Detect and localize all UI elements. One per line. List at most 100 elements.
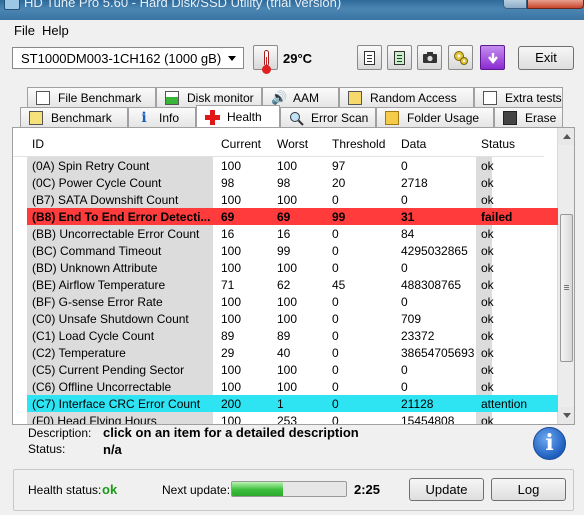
- tab-label: Benchmark: [51, 110, 112, 125]
- table-row[interactable]: (C2) Temperature 29 40 0 38654705693 ok: [27, 344, 558, 361]
- threshold-value: 45: [332, 278, 346, 292]
- column-header-worst[interactable]: Worst: [277, 137, 308, 151]
- tab-benchmark[interactable]: Benchmark: [20, 107, 128, 127]
- benchmark-icon: [29, 110, 43, 125]
- raw-data-value: 0: [401, 363, 408, 377]
- raw-data-value: 4295032865: [401, 244, 468, 258]
- current-value: 200: [221, 397, 242, 411]
- tab-label: File Benchmark: [58, 90, 142, 105]
- health-status-label: Health status:: [28, 483, 102, 497]
- worst-value: 100: [277, 363, 298, 377]
- menu-bar: File Help: [0, 20, 584, 40]
- description-area: Description: click on an item for a deta…: [0, 425, 584, 470]
- tab-aam[interactable]: 🔊 AAM: [262, 87, 339, 107]
- options-icon: [449, 46, 472, 69]
- tab-label: Info: [159, 110, 180, 125]
- table-row[interactable]: (B7) SATA Downshift Count 100 100 0 0 ok: [27, 191, 558, 208]
- table-row[interactable]: (C5) Current Pending Sector 100 100 0 0 ok: [27, 361, 558, 378]
- status-value: ok: [481, 244, 494, 258]
- window-title: HD Tune Pro 5.60 - Hard Disk/SSD Utility…: [24, 0, 342, 10]
- table-row[interactable]: (BB) Uncorrectable Error Count 16 16 0 84 ok: [27, 225, 558, 242]
- vertical-scrollbar[interactable]: [557, 128, 574, 424]
- table-row[interactable]: (0C) Power Cycle Count 98 98 20 2718 ok: [27, 174, 558, 191]
- raw-data-value: 31: [401, 210, 415, 224]
- title-bar[interactable]: HD Tune Pro 5.60 - Hard Disk/SSD Utility…: [0, 0, 584, 20]
- column-header-status[interactable]: Status: [481, 137, 515, 151]
- scroll-thumb[interactable]: [560, 214, 573, 362]
- screenshot-button[interactable]: [417, 45, 442, 70]
- scroll-up-arrow-icon[interactable]: [558, 128, 574, 145]
- column-header-id[interactable]: ID: [32, 137, 44, 151]
- drive-select[interactable]: ST1000DM003-1CH162 (1000 gB): [12, 47, 244, 69]
- status-value: failed: [481, 210, 513, 224]
- table-row[interactable]: (C7) Interface CRC Error Count 200 1 0 21128…: [27, 395, 558, 412]
- threshold-value: 0: [332, 312, 339, 326]
- status-value: ok: [481, 363, 494, 377]
- tab-file-benchmark[interactable]: File Benchmark: [27, 87, 156, 107]
- table-row[interactable]: (BE) Airflow Temperature 71 62 45 488308765 o…: [27, 276, 558, 293]
- temperature-button[interactable]: [253, 45, 278, 74]
- table-row[interactable]: (0A) Spin Retry Count 100 100 97 0 ok: [27, 157, 558, 174]
- exit-drive-button[interactable]: [480, 45, 505, 70]
- close-button[interactable]: [527, 0, 584, 9]
- current-value: 16: [221, 227, 235, 241]
- camera-icon: [418, 46, 441, 69]
- tab-folder-usage[interactable]: Folder Usage: [376, 107, 494, 127]
- attribute-id: (C0) Unsafe Shutdown Count: [32, 312, 189, 326]
- info-button[interactable]: i: [533, 427, 566, 460]
- tab-error-scan[interactable]: Error Scan: [280, 107, 376, 127]
- tab-erase[interactable]: Erase: [494, 107, 563, 127]
- tab-random-access[interactable]: Random Access: [339, 87, 474, 107]
- raw-data-value: 23372: [401, 329, 435, 343]
- health-cross-icon: [205, 109, 220, 125]
- tab-extra-tests[interactable]: Extra tests: [474, 87, 563, 107]
- copy-button[interactable]: [357, 45, 382, 70]
- minimize-button[interactable]: [503, 0, 527, 9]
- table-row[interactable]: (BD) Unknown Attribute 100 100 0 0 ok: [27, 259, 558, 276]
- tab-label: Random Access: [370, 90, 457, 105]
- table-row[interactable]: (BF) G-sense Error Rate 100 100 0 0 ok: [27, 293, 558, 310]
- attribute-id: (C2) Temperature: [32, 346, 126, 360]
- log-button[interactable]: Log: [491, 478, 566, 501]
- threshold-value: 0: [332, 227, 339, 241]
- table-row[interactable]: (C0) Unsafe Shutdown Count 100 100 0 709 ok: [27, 310, 558, 327]
- worst-value: 1: [277, 397, 284, 411]
- current-value: 71: [221, 278, 235, 292]
- attribute-id: (B7) SATA Downshift Count: [32, 193, 179, 207]
- scroll-down-arrow-icon[interactable]: [558, 407, 574, 424]
- worst-value: 100: [277, 312, 298, 326]
- current-value: 100: [221, 295, 242, 309]
- raw-data-value: 2718: [401, 176, 428, 190]
- tab-info[interactable]: i Info: [128, 107, 196, 127]
- exit-button[interactable]: Exit: [518, 46, 574, 70]
- save-button[interactable]: [387, 45, 412, 70]
- table-row[interactable]: (BC) Command Timeout 100 99 0 4295032865 ok: [27, 242, 558, 259]
- threshold-value: 0: [332, 397, 339, 411]
- table-header: ID Current Worst Threshold Data Status: [27, 128, 558, 156]
- menu-file[interactable]: File: [14, 23, 35, 38]
- column-header-current[interactable]: Current: [221, 137, 261, 151]
- temperature-readout: 29°C: [283, 51, 313, 66]
- tab-disk-monitor[interactable]: Disk monitor: [156, 87, 262, 107]
- column-header-data[interactable]: Data: [401, 137, 426, 151]
- raw-data-value: 38654705693: [401, 346, 475, 360]
- status-value: ok: [481, 414, 494, 425]
- threshold-value: 0: [332, 363, 339, 377]
- table-row[interactable]: (F0) Head Flying Hours 100 253 0 15454808 ok: [27, 412, 558, 425]
- update-button[interactable]: Update: [409, 478, 484, 501]
- tab-health[interactable]: Health: [196, 105, 280, 127]
- next-update-countdown: 2:25: [354, 482, 381, 497]
- menu-help[interactable]: Help: [42, 23, 69, 38]
- table-row[interactable]: (B8) End To End Error Detecti... 69 69 99 31…: [27, 208, 558, 225]
- column-header-threshold[interactable]: Threshold: [332, 137, 385, 151]
- table-row[interactable]: (C6) Offline Uncorrectable 100 100 0 0 ok: [27, 378, 558, 395]
- options-button[interactable]: [448, 45, 473, 70]
- tab-label: Health: [227, 109, 262, 124]
- current-value: 100: [221, 380, 242, 394]
- table-row[interactable]: (C1) Load Cycle Count 89 89 0 23372 ok: [27, 327, 558, 344]
- speaker-icon: 🔊: [271, 89, 288, 105]
- info-icon: i: [141, 109, 147, 126]
- drive-select-value: ST1000DM003-1CH162 (1000 gB): [21, 51, 222, 66]
- current-value: 69: [221, 210, 235, 224]
- status-value: ok: [481, 312, 494, 326]
